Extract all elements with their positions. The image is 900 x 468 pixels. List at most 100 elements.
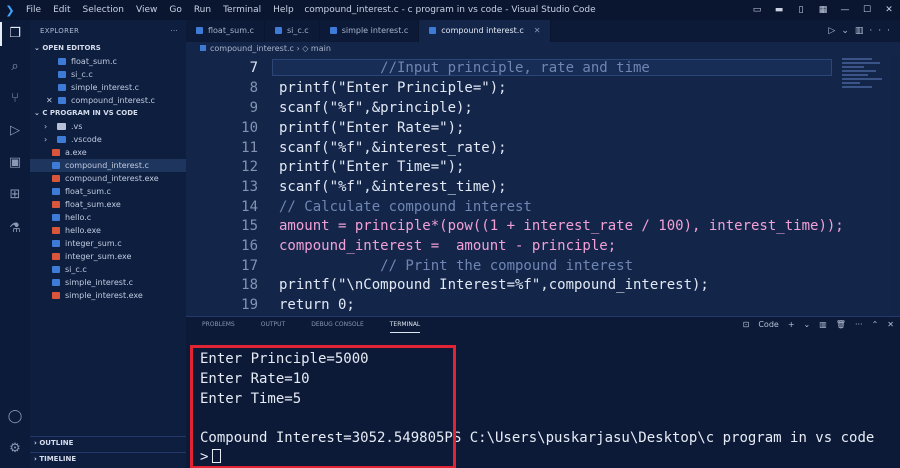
c-file-icon [52,266,60,273]
menu-run[interactable]: Run [188,5,217,15]
activity-bar: ❐ ⌕ ⑂ ▷ ▣ ⊞ ⚗ ◯ ⚙ [0,20,30,468]
chevron-down-icon[interactable]: ⌄ [841,26,855,36]
menu-help[interactable]: Help [267,5,300,15]
open-editor-item[interactable]: simple_interest.c [30,81,186,94]
more-actions-icon[interactable]: ··· [170,20,178,42]
minimap[interactable] [842,56,886,116]
extensions-icon[interactable]: ⊞ [6,186,24,204]
line-number: 18 [241,277,258,293]
code-line: printf("\nCompound Interest=%f",compound… [279,277,709,293]
breadcrumb-symbol[interactable]: main [311,44,331,53]
code-line: printf("Enter Principle="); [279,80,507,96]
file-item[interactable]: hello.c [30,211,186,224]
tab-simple-interest[interactable]: simple interest.c [320,20,420,42]
exe-file-icon [52,201,60,208]
panel-actions: ⊡ Code + ⌄ ▥ 🗑 ··· ⌃ ✕ [743,317,894,333]
file-item[interactable]: simple_interest.exe [30,289,186,302]
split-terminal-icon[interactable]: ▥ [819,317,827,333]
c-file-icon [52,214,60,221]
file-item[interactable]: a.exe [30,146,186,159]
minimize-icon[interactable]: — [834,5,856,15]
code-line: scanf("%f",&interest_rate); [279,140,507,156]
c-file-icon [58,97,66,104]
file-item[interactable]: float_sum.exe [30,198,186,211]
split-editor-icon[interactable]: ▥ [855,26,870,36]
file-item[interactable]: compound_interest.exe [30,172,186,185]
sidebar-toggle-icon[interactable]: ▯ [790,5,812,15]
tab-compound-interest[interactable]: compound interest.c ✕ [419,20,552,42]
close-panel-icon[interactable]: ✕ [887,317,894,333]
open-editors-section[interactable]: ⌄ OPEN EDITORS [30,42,186,55]
outline-section[interactable]: › OUTLINE [30,436,186,449]
source-control-icon[interactable]: ⑂ [6,90,24,108]
maximize-icon[interactable]: ☐ [856,5,878,15]
remote-explorer-icon[interactable]: ▣ [6,154,24,172]
line-number: 11 [241,140,258,156]
tab-float-sum[interactable]: float_sum.c [186,20,265,42]
timeline-section[interactable]: › TIMELINE [30,452,186,465]
menu-file[interactable]: File [20,5,47,15]
account-icon[interactable]: ◯ [6,408,24,426]
tab-debug-console[interactable]: DEBUG CONSOLE [311,317,364,333]
file-item[interactable]: hello.exe [30,224,186,237]
run-icon[interactable]: ▷ [828,26,841,36]
exe-file-icon [52,292,60,299]
c-file-icon [52,240,60,247]
panel-toggle-icon[interactable]: ▬ [768,5,790,15]
exe-file-icon [52,149,60,156]
more-actions-icon[interactable]: ··· [869,26,896,36]
breadcrumb: compound_interest.c › ◇ main [186,42,900,56]
editor-actions: ▷⌄▥··· [828,20,896,42]
folder-section[interactable]: ⌄ C PROGRAM IN VS CODE [30,107,186,120]
explorer-header: EXPLORER ··· [30,20,186,42]
trash-icon[interactable]: 🗑 [836,317,846,333]
menu-selection[interactable]: Selection [77,5,130,15]
new-terminal-icon[interactable]: + [788,317,795,333]
editor-tabs: float_sum.c si_c.c simple interest.c com… [186,20,900,42]
tab-output[interactable]: OUTPUT [261,317,285,333]
menu-terminal[interactable]: Terminal [217,5,267,15]
file-item-selected[interactable]: compound_interest.c [30,159,186,172]
file-item[interactable]: si_c.c [30,263,186,276]
file-item[interactable]: integer_sum.c [30,237,186,250]
file-item[interactable]: float_sum.c [30,185,186,198]
layout-toggle-icon[interactable]: ▭ [746,5,768,15]
c-file-icon [200,45,206,51]
search-icon[interactable]: ⌕ [6,58,24,76]
code-line: amount = principle*(pow((1 + interest_ra… [279,218,844,234]
file-item[interactable]: simple_interest.c [30,276,186,289]
tab-si-c[interactable]: si_c.c [265,20,320,42]
open-editor-item-active[interactable]: ✕ compound_interest.c [30,94,186,107]
close-tab-icon[interactable]: ✕ [534,26,541,35]
menu-edit[interactable]: Edit [47,5,76,15]
explorer-icon[interactable]: ❐ [6,25,24,43]
folder-item[interactable]: › .vs [30,120,186,133]
code-line: printf("Enter Rate="); [279,120,465,136]
menu-go[interactable]: Go [163,5,187,15]
breadcrumb-file[interactable]: compound_interest.c [210,44,294,53]
tab-terminal[interactable]: TERMINAL [389,317,421,333]
line-number: 14 [241,199,258,215]
code-line: printf("Enter Time="); [279,159,465,175]
testing-icon[interactable]: ⚗ [6,220,24,238]
file-item[interactable]: integer_sum.exe [30,250,186,263]
close-editor-icon[interactable]: ✕ [46,94,53,107]
maximize-panel-icon[interactable]: ⌃ [872,317,879,333]
open-editor-item[interactable]: si_c.c [30,68,186,81]
open-editor-item[interactable]: float_sum.c [30,55,186,68]
run-debug-icon[interactable]: ▷ [6,122,24,140]
close-icon[interactable]: ✕ [878,5,900,15]
line-number: 19 [241,297,258,313]
chevron-down-icon[interactable]: ⌄ [804,317,811,333]
tab-problems[interactable]: PROBLEMS [202,317,235,333]
editor-scrollbar[interactable] [890,56,900,316]
code-editor[interactable]: 7 8 9 10 11 12 13 14 15 16 17 18 19 //In… [186,56,900,316]
menu-view[interactable]: View [130,5,163,15]
line-number: 16 [241,238,258,254]
folder-item[interactable]: › .vscode [30,133,186,146]
more-actions-icon[interactable]: ··· [855,317,863,333]
terminal-shell-label[interactable]: Code [758,317,778,333]
customize-layout-icon[interactable]: ▦ [812,5,834,15]
settings-gear-icon[interactable]: ⚙ [6,440,24,458]
code-line: scanf("%f",&principle); [279,100,473,116]
